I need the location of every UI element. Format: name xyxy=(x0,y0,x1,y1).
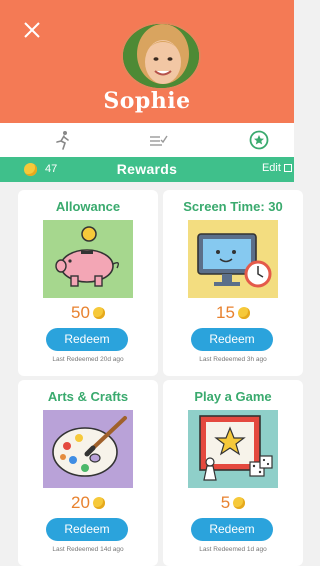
last-redeemed: Last Redeemed 20d ago xyxy=(52,356,124,363)
coin-icon xyxy=(92,497,105,509)
edit-label: Edit xyxy=(261,162,281,174)
avatar xyxy=(121,22,201,90)
profile-header: Sophie xyxy=(0,0,294,123)
running-person-icon[interactable] xyxy=(52,129,74,151)
redeem-button[interactable]: Redeem xyxy=(46,518,128,541)
last-redeemed: Last Redeemed 1d ago xyxy=(199,546,267,553)
checklist-icon[interactable] xyxy=(147,129,169,151)
close-icon[interactable] xyxy=(22,20,42,40)
coin-icon xyxy=(233,497,246,509)
redeem-button[interactable]: Redeem xyxy=(191,518,273,541)
piggy-bank-icon xyxy=(43,220,133,298)
reward-price: 5 xyxy=(163,493,303,513)
profile-name: Sophie xyxy=(103,88,191,114)
coin-icon xyxy=(237,307,250,319)
last-redeemed: Last Redeemed 14d ago xyxy=(52,546,124,553)
reward-price: 15 xyxy=(163,303,303,323)
star-circle-icon[interactable] xyxy=(248,129,270,151)
edit-button[interactable]: Edit xyxy=(262,162,292,174)
reward-price-value: 5 xyxy=(220,493,231,512)
reward-title: Play a Game xyxy=(194,389,272,404)
paint-palette-icon xyxy=(43,410,133,488)
reward-title: Arts & Crafts xyxy=(47,389,129,404)
edit-icon xyxy=(284,164,292,172)
reward-price: 20 xyxy=(18,493,158,513)
reward-card-allowance[interactable]: Allowance 50 Redeem Last Redeemed 20d ag… xyxy=(18,190,158,376)
redeem-button[interactable]: Redeem xyxy=(191,328,273,351)
board-game-icon xyxy=(188,410,278,488)
reward-card-play-game[interactable]: Play a Game 5 Redeem Last Redeemed 1d ag… xyxy=(163,380,303,566)
reward-price: 50 xyxy=(18,303,158,323)
reward-title: Screen Time: 30 xyxy=(183,199,283,214)
reward-card-arts-crafts[interactable]: Arts & Crafts 20 Redeem Last Redeemed 14… xyxy=(18,380,158,566)
coin-icon xyxy=(92,307,105,319)
reward-price-value: 20 xyxy=(71,493,90,512)
reward-price-value: 50 xyxy=(71,303,90,322)
reward-title: Allowance xyxy=(55,199,121,214)
rewards-title: Rewards xyxy=(116,161,178,177)
reward-card-screen-time[interactable]: Screen Time: 30 15 Redeem Last Redeemed … xyxy=(163,190,303,376)
reward-price-value: 15 xyxy=(216,303,235,322)
redeem-button[interactable]: Redeem xyxy=(46,328,128,351)
last-redeemed: Last Redeemed 3h ago xyxy=(199,356,267,363)
tab-bar xyxy=(0,123,294,157)
rewards-bar: 47 Rewards Edit xyxy=(0,157,294,182)
tv-screen-icon xyxy=(188,220,278,298)
